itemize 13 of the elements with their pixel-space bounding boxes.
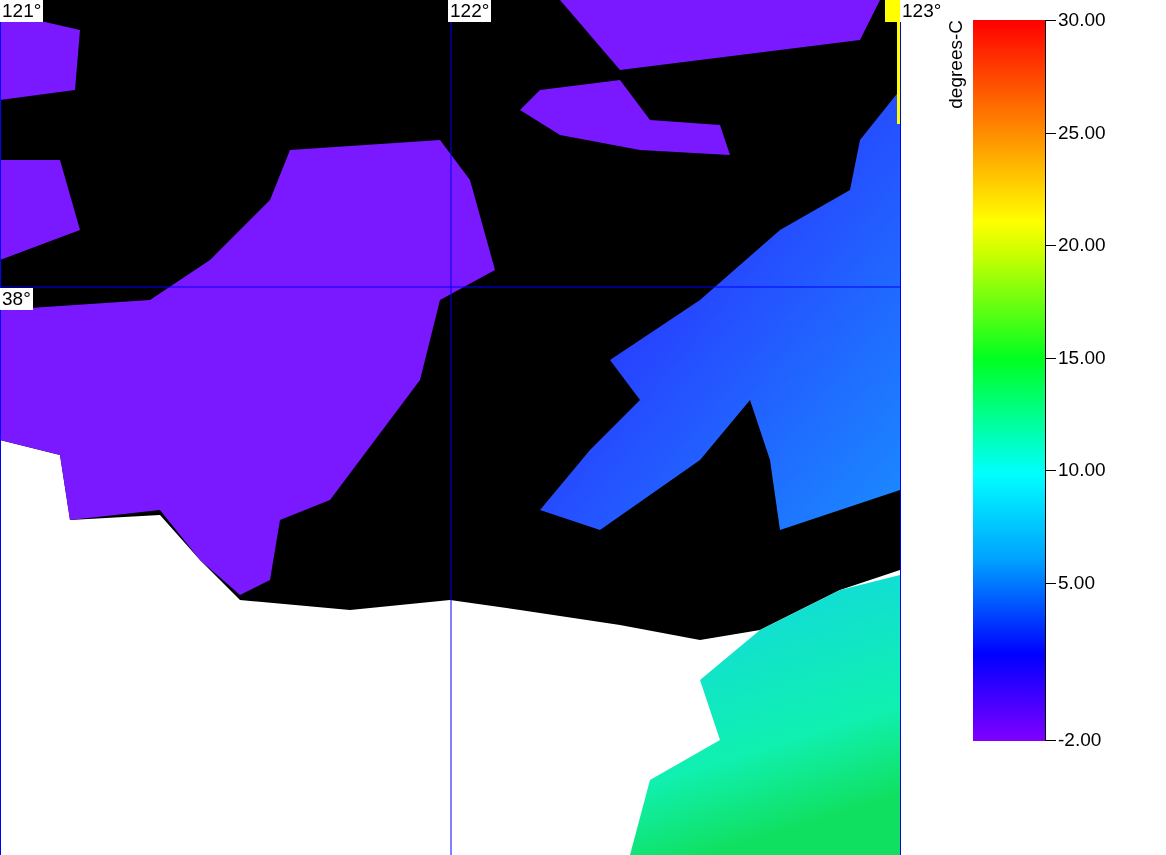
- tick-label: -2.00: [1058, 729, 1102, 751]
- longitude-label: 122°: [448, 0, 492, 22]
- tick-label: 30.00: [1058, 9, 1106, 31]
- tick-label: 20.00: [1058, 234, 1106, 256]
- longitude-label: 123°: [900, 0, 944, 22]
- tick-label: 10.00: [1058, 459, 1106, 481]
- tick-label: 5.00: [1058, 571, 1095, 594]
- longitude-label: 121°: [0, 0, 44, 22]
- colorbar-unit-label: degrees-C: [945, 20, 967, 109]
- latitude-label: 38°: [0, 288, 33, 310]
- tick-label: 15.00: [1058, 346, 1106, 369]
- marker-bar: [885, 0, 900, 22]
- tick-label: 25.00: [1058, 121, 1106, 144]
